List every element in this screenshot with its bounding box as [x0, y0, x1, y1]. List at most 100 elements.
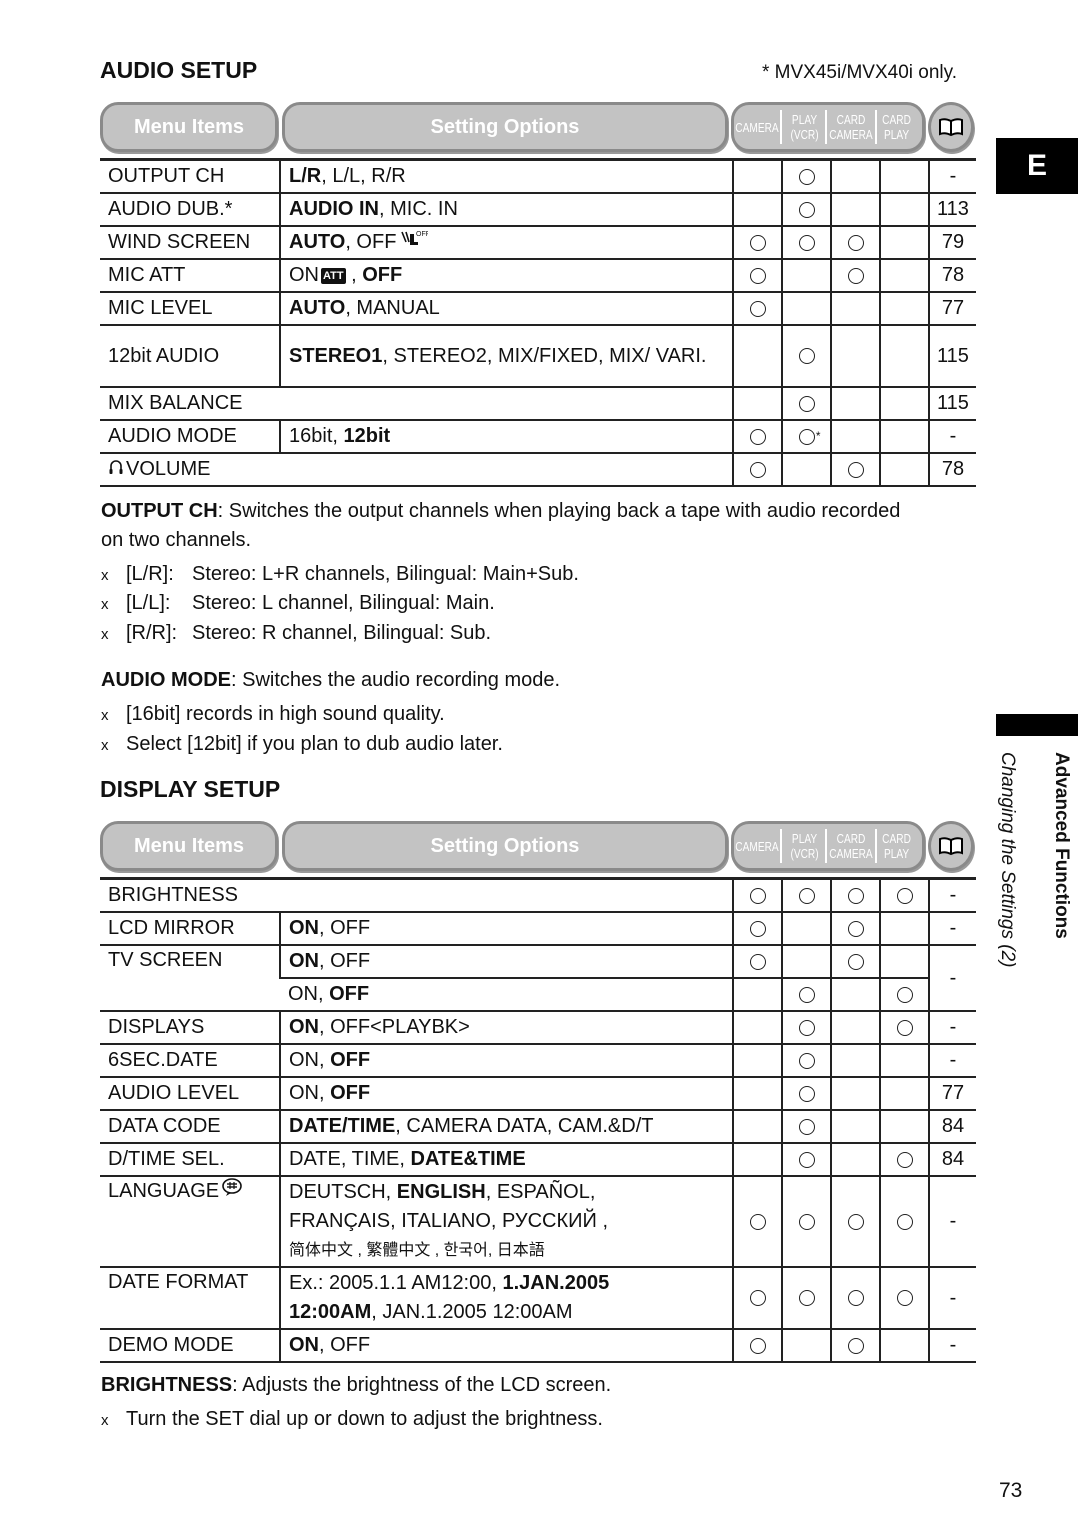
table-row: D/TIME SEL. DATE, TIME, DATE&TIME 84 — [100, 1143, 976, 1177]
mode-cell — [830, 945, 880, 979]
setting-options-header: Setting Options — [282, 821, 728, 871]
mode-cell — [781, 1110, 831, 1144]
mode-header: CAMERA PLAY (VCR) CARD CAMERA CARD PLAY — [731, 821, 925, 871]
mode-cell — [781, 453, 831, 487]
chapter-title: Advanced Functions — [1051, 752, 1072, 939]
mode-cell — [879, 877, 929, 913]
audio-mode-description: AUDIO MODE: Switches the audio recording… — [101, 669, 561, 691]
available-circle-icon — [798, 234, 815, 251]
mode-cell — [781, 1329, 831, 1363]
menu-item: DEMO MODE — [100, 1329, 280, 1363]
mode-cell — [781, 1077, 831, 1111]
mode-cell — [830, 292, 880, 326]
available-circle-icon — [847, 234, 864, 251]
menu-item: D/TIME SEL. — [100, 1143, 280, 1177]
mode-cell — [732, 292, 782, 326]
setting-options: DEUTSCH, ENGLISH, ESPAÑOL, FRANÇAIS, ITAL… — [279, 1176, 733, 1268]
mode-cell — [830, 420, 880, 454]
setting-options: ON, OFF — [279, 912, 733, 946]
mode-cell — [732, 259, 782, 293]
setting-options: ON, OFF — [279, 1077, 733, 1111]
mode-cell — [879, 1110, 929, 1144]
mode-cell — [879, 912, 929, 946]
mode-cell — [732, 420, 782, 454]
mode-cell — [781, 1267, 831, 1330]
mode-cell — [830, 158, 880, 194]
available-circle-icon — [847, 267, 864, 284]
available-circle-icon — [847, 461, 864, 478]
setting-options: STEREO1, STEREO2, MIX/FIXED, MIX/ VARI. — [279, 325, 733, 388]
mode-cell — [879, 420, 929, 454]
mode-cell — [781, 193, 831, 227]
available-circle-icon — [749, 1337, 766, 1354]
setting-options: ON ATT , OFF — [279, 259, 733, 293]
mode-card-camera: CARD CAMERA — [829, 112, 873, 142]
book-icon — [928, 102, 974, 152]
setting-options: ON, OFF — [279, 1044, 733, 1078]
mode-cell — [879, 226, 929, 260]
menu-items-header: Menu Items — [100, 821, 278, 871]
reference-page: - — [928, 877, 976, 913]
mode-card-play: CARD PLAY — [882, 112, 911, 142]
reference-page: 115 — [928, 387, 976, 421]
mode-header: CAMERA PLAY (VCR) CARD CAMERA CARD PLAY — [731, 102, 925, 152]
reference-page: 115 — [928, 325, 976, 388]
mode-cell — [732, 1267, 782, 1330]
mode-cell — [879, 259, 929, 293]
display-setup-table: BRIGHTNESS - LCD MIRROR ON, OFF - TV SCREEN ON… — [100, 877, 976, 1363]
display-setup-title: DISPLAY SETUP — [100, 776, 281, 802]
bullet-item: x [L/R]: Stereo: L+R channels, Bilingual: … — [101, 563, 579, 585]
headphones-icon — [108, 455, 124, 484]
available-circle-icon — [798, 1290, 815, 1307]
menu-item: AUDIO DUB.* — [100, 193, 280, 227]
setting-options: ON, OFF — [279, 1329, 733, 1363]
mode-cell — [732, 912, 782, 946]
reference-page: 84 — [928, 1143, 976, 1177]
reference-page: - — [928, 1011, 976, 1045]
reference-page: - — [928, 1176, 976, 1268]
mode-cell — [830, 325, 880, 388]
reference-page: - — [928, 945, 976, 1012]
mode-cell — [830, 978, 880, 1012]
available-circle-icon — [798, 986, 815, 1003]
menu-item: DISPLAYS — [100, 1011, 280, 1045]
available-circle-icon — [798, 1019, 815, 1036]
mode-cell — [732, 1329, 782, 1363]
bullet-item: x [16bit] records in high sound quality. — [101, 703, 445, 725]
setting-options-header: Setting Options — [282, 102, 728, 152]
mode-cell — [830, 1077, 880, 1111]
menu-item: WIND SCREEN — [100, 226, 280, 260]
reference-page: 78 — [928, 259, 976, 293]
mode-cell — [830, 226, 880, 260]
menu-item: DATE FORMAT — [100, 1267, 280, 1330]
menu-items-header: Menu Items — [100, 102, 278, 152]
mode-card-camera: CARD CAMERA — [829, 831, 873, 861]
mode-cell — [732, 1110, 782, 1144]
setting-options: DATE/TIME, CAMERA DATA, CAM.&D/T — [279, 1110, 733, 1144]
available-circle-icon — [847, 1213, 864, 1230]
menu-item: VOLUME — [100, 453, 733, 487]
mode-cell — [830, 1044, 880, 1078]
available-circle-icon — [847, 953, 864, 970]
available-circle-icon — [798, 1085, 815, 1102]
menu-item: 6SEC.DATE — [100, 1044, 280, 1078]
mode-cell — [879, 1011, 929, 1045]
table-row: DISPLAYS ON, OFF<PLAYBK> - — [100, 1011, 976, 1045]
mode-cell — [879, 1176, 929, 1268]
reference-page: 78 — [928, 453, 976, 487]
setting-options: ON, OFF — [280, 978, 733, 1012]
setting-options: AUDIO IN, MIC. IN — [279, 193, 733, 227]
menu-item: MIX BALANCE — [100, 387, 733, 421]
table-row: MIC ATT ON ATT , OFF 78 — [100, 259, 976, 293]
mode-cell — [781, 259, 831, 293]
mode-play-vcr: PLAY (VCR) — [790, 112, 819, 142]
menu-item: MIC LEVEL — [100, 292, 280, 326]
available-circle-icon — [798, 395, 815, 412]
menu-item: AUDIO LEVEL — [100, 1077, 280, 1111]
reference-page: - — [928, 1267, 976, 1330]
wind-screen-off-icon: OFF — [400, 228, 430, 257]
mode-cell — [781, 226, 831, 260]
mode-cell — [830, 1110, 880, 1144]
table-row: BRIGHTNESS - — [100, 877, 976, 913]
table-row: DATA CODE DATE/TIME, CAMERA DATA, CAM.&D/… — [100, 1110, 976, 1144]
